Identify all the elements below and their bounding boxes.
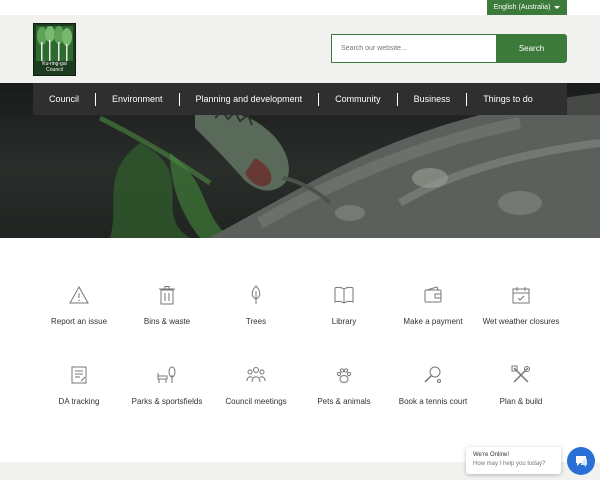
site-header: Ku-ring-gai Council Search [0, 15, 600, 83]
quick-link-report-issue[interactable]: Report an issue [33, 285, 125, 328]
search-input[interactable] [331, 34, 497, 63]
quick-link-library[interactable]: Library [298, 285, 390, 328]
quick-link-label: Make a payment [403, 317, 463, 326]
chevron-down-icon [554, 6, 561, 9]
quick-link-label: Bins & waste [143, 317, 191, 326]
quick-link-wet-weather[interactable]: Wet weather closures [475, 285, 567, 328]
quick-link-parks[interactable]: Parks & sportsfields [121, 365, 213, 408]
site-search: Search [331, 34, 567, 63]
quick-link-label: Library [331, 317, 357, 326]
language-selector[interactable]: English (Australia) [487, 0, 567, 15]
paw-icon [336, 368, 352, 383]
warning-icon [69, 285, 89, 304]
quick-link-label: Pets & animals [317, 397, 371, 406]
chat-icon [576, 456, 587, 467]
nav-item-community[interactable]: Community [319, 92, 398, 106]
chat-launcher-button[interactable] [567, 447, 595, 475]
quick-link-tennis[interactable]: Book a tennis court [387, 365, 479, 408]
quick-link-label: Council meetings [225, 397, 287, 406]
chat-prompt: How may I help you today? [473, 461, 546, 467]
quick-link-pets[interactable]: Pets & animals [298, 365, 390, 408]
search-button[interactable]: Search [496, 34, 567, 63]
quick-link-bins-waste[interactable]: Bins & waste [121, 285, 213, 328]
logo-trees-icon [36, 26, 73, 61]
book-icon [334, 286, 354, 304]
park-icon [157, 366, 176, 383]
calendar-icon [512, 287, 530, 304]
language-selected: English (Australia) [493, 4, 551, 11]
quick-link-label: DA tracking [58, 397, 100, 406]
chat-status: We're Online! [473, 452, 510, 458]
people-icon [246, 367, 266, 383]
chat-greeting[interactable]: We're Online! How may I help you today? [466, 447, 561, 474]
tennis-icon [424, 366, 441, 383]
nav-item-things-to-do[interactable]: Things to do [467, 93, 549, 106]
tree-icon [251, 285, 261, 304]
nav-item-environment[interactable]: Environment [96, 92, 180, 106]
logo-text: Ku-ring-gai Council [34, 61, 75, 73]
quick-link-make-payment[interactable]: Make a payment [387, 285, 479, 328]
document-icon [71, 366, 87, 384]
wallet-icon [424, 286, 442, 303]
council-logo[interactable]: Ku-ring-gai Council [33, 23, 76, 76]
quick-link-label: Plan & build [499, 397, 543, 406]
quick-link-plan-build[interactable]: Plan & build [475, 365, 567, 408]
nav-item-council[interactable]: Council [33, 92, 97, 106]
quick-link-council-meetings[interactable]: Council meetings [210, 365, 302, 408]
nav-item-business[interactable]: Business [398, 92, 468, 106]
quick-link-da-tracking[interactable]: DA tracking [33, 365, 125, 408]
tools-icon [511, 365, 530, 383]
top-utility-bar: English (Australia) [0, 0, 600, 15]
main-navigation: Council Environment Planning and develop… [33, 83, 567, 115]
quick-link-label: Report an issue [50, 317, 108, 326]
bin-icon [159, 286, 175, 305]
logo-line-2: Council [46, 67, 63, 73]
nav-item-planning[interactable]: Planning and development [180, 92, 320, 106]
quick-link-label: Wet weather closures [482, 317, 560, 326]
quick-link-label: Trees [245, 317, 267, 326]
quick-link-trees[interactable]: Trees [210, 285, 302, 328]
quick-link-label: Book a tennis court [398, 397, 468, 406]
quick-link-label: Parks & sportsfields [131, 397, 203, 406]
